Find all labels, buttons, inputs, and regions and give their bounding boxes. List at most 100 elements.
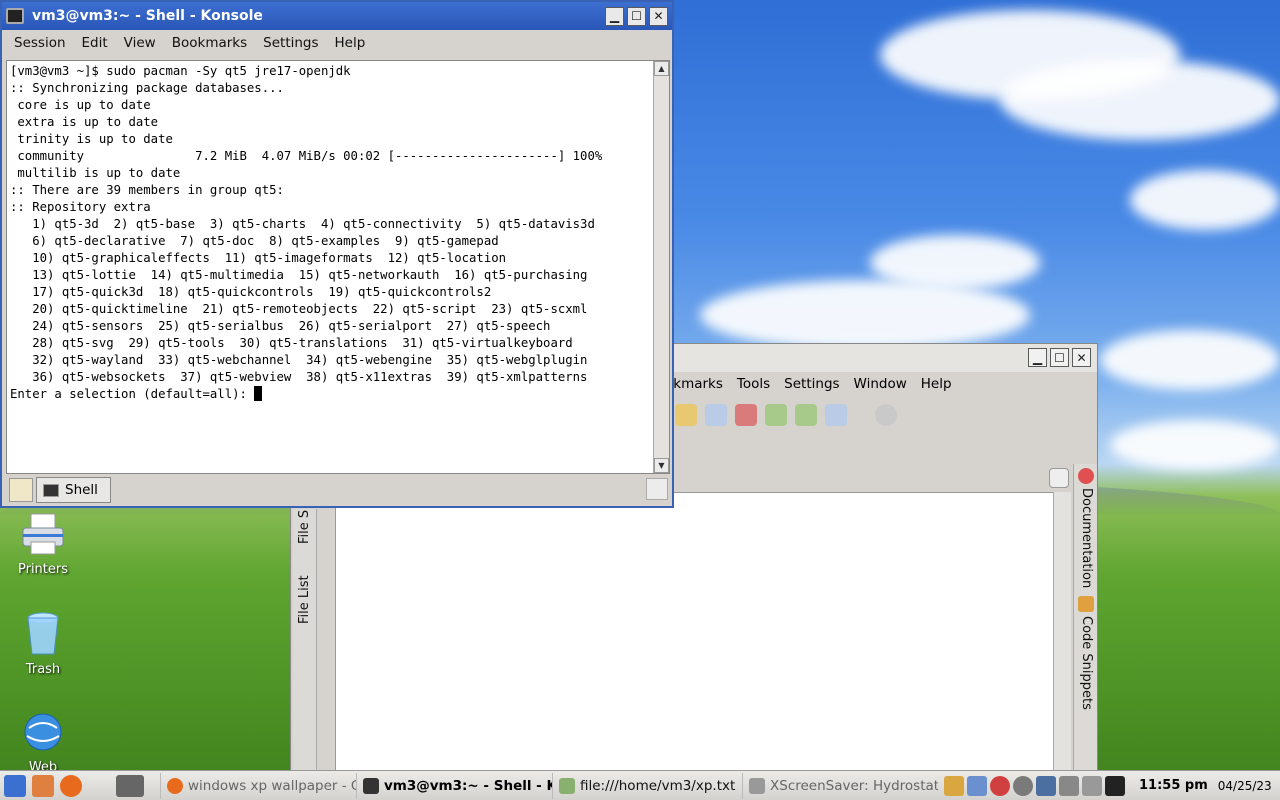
konsole-menubar: Session Edit View Bookmarks Settings Hel… <box>2 30 672 56</box>
system-tray <box>944 775 1125 796</box>
konsole-window[interactable]: vm3@vm3:~ - Shell - Konsole ▁ ☐ ✕ Sessio… <box>0 0 674 508</box>
task-xscreensaver[interactable]: XScreenSaver: Hydrostat <box>742 772 938 799</box>
text-cursor <box>254 386 263 401</box>
stop-icon[interactable] <box>875 404 897 426</box>
scroll-down-arrow-icon[interactable]: ▼ <box>654 458 669 473</box>
tray-icon-k[interactable] <box>944 775 964 796</box>
desktop-icon-printers[interactable]: Printers <box>3 510 83 577</box>
terminal-line: 17) qt5-quick3d 18) qt5-quickcontrols 19… <box>10 285 492 299</box>
find-icon[interactable] <box>705 404 727 426</box>
desktop-icon-web[interactable]: Web <box>3 708 83 775</box>
menu-bookmarks[interactable]: Bookmarks <box>164 35 255 51</box>
printer-icon <box>22 513 64 555</box>
documentation-icon <box>1078 468 1094 484</box>
terminal-launcher-icon[interactable] <box>116 774 144 797</box>
terminal-line: 1) qt5-3d 2) qt5-base 3) qt5-charts 4) q… <box>10 217 595 231</box>
firefox-icon <box>167 777 183 794</box>
new-session-icon[interactable] <box>9 478 33 502</box>
tab-shell[interactable]: Shell <box>36 477 111 503</box>
menu-view[interactable]: View <box>116 35 164 51</box>
terminal-line: 36) qt5-websockets 37) qt5-webview 38) q… <box>10 370 588 384</box>
editor-icon <box>559 777 575 794</box>
menu-window[interactable]: Window <box>854 376 907 392</box>
zoom-in-icon[interactable] <box>765 404 787 426</box>
menu-tools[interactable]: Tools <box>737 376 770 392</box>
tray-icon-network[interactable] <box>990 775 1010 796</box>
right-sidebar: Documentation Code Snippets <box>1073 464 1097 774</box>
home-icon[interactable] <box>32 774 54 797</box>
globe-icon <box>24 713 62 751</box>
documentation-tab[interactable]: Documentation <box>1079 488 1094 588</box>
menu-settings[interactable]: Settings <box>255 35 326 51</box>
help-pointer-icon[interactable] <box>825 404 847 426</box>
editor-scrollbar[interactable] <box>1053 492 1071 772</box>
tray-icon-terminal[interactable] <box>1105 775 1125 796</box>
taskbar: windows xp wallpaper - G vm3@vm3:~ - She… <box>0 770 1280 800</box>
terminal-icon <box>6 8 24 24</box>
task-label: file:///home/vm3/xp.txt <box>580 777 736 794</box>
close-session-icon[interactable] <box>646 478 668 500</box>
paste-icon[interactable] <box>675 404 697 426</box>
terminal-line: 20) qt5-quicktimeline 21) qt5-remoteobje… <box>10 302 588 316</box>
maximize-button[interactable]: ☐ <box>627 6 646 26</box>
minimize-button[interactable]: ▁ <box>605 6 624 26</box>
close-editor-icon[interactable] <box>1049 468 1069 488</box>
terminal-line: Enter a selection (default=all): <box>10 386 650 403</box>
left-sidebar: File List File S <box>293 509 317 774</box>
menu-help[interactable]: Help <box>327 35 374 51</box>
menu-edit[interactable]: Edit <box>74 35 116 51</box>
close-button[interactable]: ✕ <box>649 6 668 26</box>
task-editor[interactable]: file:///home/vm3/xp.txt <box>552 772 742 799</box>
terminal-line: multilib is up to date <box>10 166 181 180</box>
file-list-tab[interactable]: File List <box>297 575 312 624</box>
zoom-out-icon[interactable] <box>795 404 817 426</box>
konsole-titlebar[interactable]: vm3@vm3:~ - Shell - Konsole ▁ ☐ ✕ <box>2 2 672 30</box>
tray-icon-display[interactable] <box>1036 775 1056 796</box>
window-title: vm3@vm3:~ - Shell - Konsole <box>32 8 263 24</box>
start-menu-icon[interactable] <box>4 774 26 797</box>
task-konsole[interactable]: vm3@vm3:~ - Shell - K <box>356 772 552 799</box>
fit-window-icon[interactable] <box>735 404 757 426</box>
terminal-line: trinity is up to date <box>10 132 173 146</box>
session-tabbar: Shell <box>6 476 670 504</box>
minimize-button[interactable]: ▁ <box>1028 348 1047 367</box>
terminal-area[interactable]: [vm3@vm3 ~]$ sudo pacman -Sy qt5 jre17-o… <box>6 60 670 474</box>
menu-help[interactable]: Help <box>921 376 952 392</box>
terminal-line: :: There are 39 members in group qt5: <box>10 183 284 197</box>
desktop-icon-label: Printers <box>17 562 69 577</box>
terminal-line: 28) qt5-svg 29) qt5-tools 30) qt5-transl… <box>10 336 573 350</box>
terminal-line: 10) qt5-graphicaleffects 11) qt5-imagefo… <box>10 251 507 265</box>
desktop-icon-trash[interactable]: Trash <box>3 610 83 677</box>
maximize-button[interactable]: ☐ <box>1050 348 1069 367</box>
editor-area[interactable] <box>335 492 1059 774</box>
menu-session[interactable]: Session <box>6 35 74 51</box>
firefox-icon[interactable] <box>60 774 82 797</box>
terminal-line: community 7.2 MiB 4.07 MiB/s 00:02 [----… <box>10 149 603 163</box>
terminal-line: extra is up to date <box>10 115 159 129</box>
desktop-icon-label: Trash <box>25 662 61 677</box>
task-label: XScreenSaver: Hydrostat <box>770 777 938 794</box>
tray-icon-tools[interactable] <box>1082 775 1102 796</box>
date: 04/25/23 <box>1217 778 1272 793</box>
terminal-output[interactable]: [vm3@vm3 ~]$ sudo pacman -Sy qt5 jre17-o… <box>10 63 650 471</box>
tray-icon-clipboard[interactable] <box>967 775 987 796</box>
code-snippets-tab[interactable]: Code Snippets <box>1079 616 1094 710</box>
task-firefox[interactable]: windows xp wallpaper - G <box>160 772 356 799</box>
code-snippets-icon <box>1078 596 1094 612</box>
scroll-up-arrow-icon[interactable]: ▲ <box>654 61 669 76</box>
terminal-line: 32) qt5-wayland 33) qt5-webchannel 34) q… <box>10 353 588 367</box>
terminal-line: 13) qt5-lottie 14) qt5-multimedia 15) qt… <box>10 268 588 282</box>
clock[interactable]: 11:55 pm <box>1139 778 1208 793</box>
terminal-scrollbar[interactable]: ▲ ▼ <box>653 61 669 473</box>
terminal-line: 6) qt5-declarative 7) qt5-doc 8) qt5-exa… <box>10 234 499 248</box>
tab-label: Shell <box>65 482 98 498</box>
ide-toolbar <box>675 404 897 426</box>
tray-icon-update[interactable] <box>1013 775 1033 796</box>
terminal-line: 24) qt5-sensors 25) qt5-serialbus 26) qt… <box>10 319 551 333</box>
tray-icon-audio[interactable] <box>1059 775 1079 796</box>
menu-settings[interactable]: Settings <box>784 376 839 392</box>
terminal-line: core is up to date <box>10 98 151 112</box>
close-button[interactable]: ✕ <box>1072 348 1091 367</box>
file-system-tab[interactable]: File S <box>297 510 312 544</box>
terminal-line: :: Repository extra <box>10 200 151 214</box>
